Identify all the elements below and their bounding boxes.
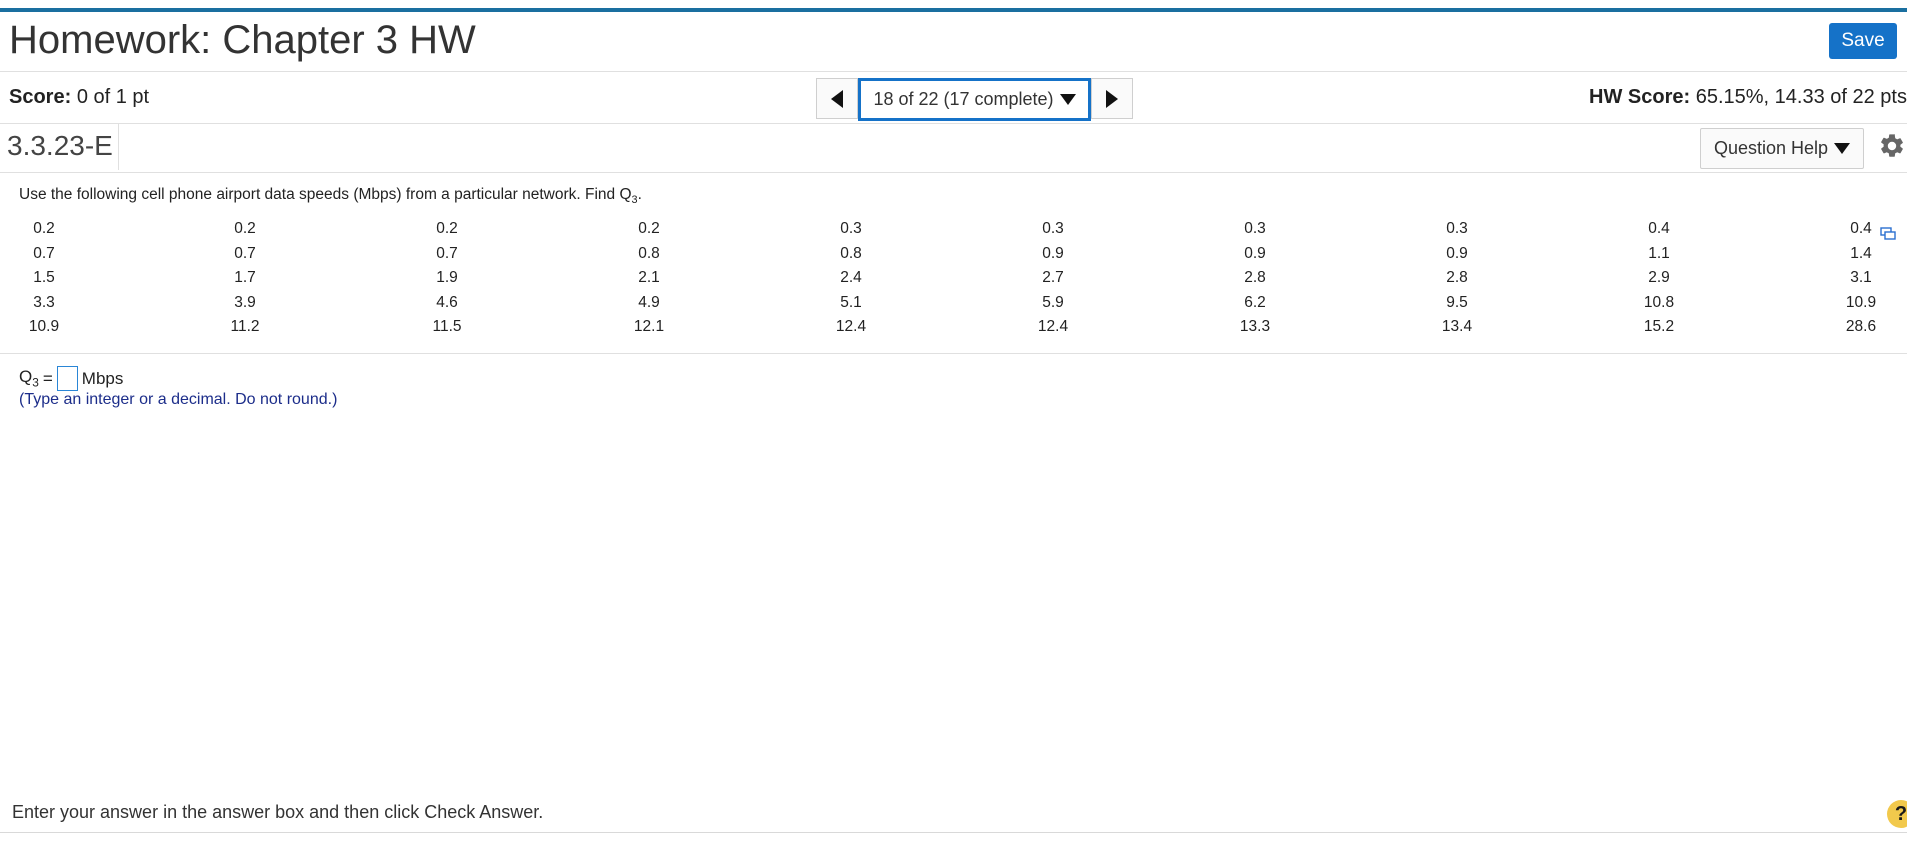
table-cell: 0.3	[1446, 220, 1468, 237]
answer-hint: (Type an integer or a decimal. Do not ro…	[19, 391, 338, 408]
caret-down-icon	[1834, 143, 1851, 154]
table-cell: 0.2	[234, 220, 256, 237]
table-cell: 0.4	[1648, 220, 1670, 237]
answer-unit: Mbps	[81, 368, 124, 388]
table-cell: 3.3	[33, 294, 55, 311]
table-cell: 0.2	[436, 220, 458, 237]
answer-variable: Q	[19, 367, 33, 387]
table-row: 0.2 0.2 0.2 0.2 0.3 0.3 0.3 0.3 0.4 0.4	[0, 220, 1907, 244]
table-cell: 0.8	[840, 245, 862, 262]
table-cell: 9.5	[1446, 294, 1468, 311]
divider	[0, 123, 1907, 124]
score-label: Score:	[9, 86, 72, 108]
divider	[118, 124, 119, 170]
table-row: 0.7 0.7 0.7 0.8 0.8 0.9 0.9 0.9 1.1 1.4	[0, 245, 1907, 269]
table-cell: 4.9	[638, 294, 660, 311]
table-cell: 0.9	[1446, 245, 1468, 262]
answer-label: Q3	[19, 367, 39, 389]
divider	[0, 172, 1907, 173]
caret-down-icon	[1059, 94, 1076, 105]
table-cell: 6.2	[1244, 294, 1266, 311]
hw-score-display: HW Score: 65.15%, 14.33 of 22 pts	[1589, 86, 1907, 109]
table-cell: 10.9	[28, 318, 60, 335]
table-cell: 2.1	[638, 269, 660, 286]
table-cell: 3.1	[1850, 269, 1872, 286]
question-text: Use the following cell phone airport dat…	[19, 186, 642, 206]
table-cell: 13.4	[1441, 318, 1473, 335]
table-cell: 0.7	[33, 245, 55, 262]
table-cell: 10.8	[1643, 294, 1675, 311]
table-cell: 10.9	[1845, 294, 1877, 311]
table-cell: 1.9	[436, 269, 458, 286]
table-cell: 2.9	[1648, 269, 1670, 286]
gear-icon[interactable]	[1878, 132, 1906, 160]
table-cell: 0.3	[1244, 220, 1266, 237]
table-cell: 1.1	[1648, 245, 1670, 262]
divider	[0, 353, 1907, 354]
table-cell: 0.8	[638, 245, 660, 262]
divider	[0, 832, 1907, 833]
answer-input[interactable]	[56, 366, 78, 391]
table-row: 3.3 3.9 4.6 4.9 5.1 5.9 6.2 9.5 10.8 10.…	[0, 294, 1907, 318]
table-cell: 12.4	[1037, 318, 1069, 335]
question-position: 18 of 22 (17 complete)	[873, 89, 1054, 109]
copy-data-icon[interactable]	[1880, 227, 1896, 241]
table-cell: 5.9	[1042, 294, 1064, 311]
table-cell: 28.6	[1845, 318, 1877, 335]
table-cell: 2.7	[1042, 269, 1064, 286]
score-value: 0 of 1 pt	[76, 86, 150, 108]
table-cell: 2.8	[1446, 269, 1468, 286]
page-title: Homework: Chapter 3 HW	[9, 18, 476, 62]
question-navigator: 18 of 22 (17 complete)	[816, 78, 1133, 121]
table-cell: 0.9	[1042, 245, 1064, 262]
question-select-dropdown[interactable]: 18 of 22 (17 complete)	[858, 78, 1091, 121]
table-cell: 0.9	[1244, 245, 1266, 262]
table-cell: 15.2	[1643, 318, 1675, 335]
table-cell: 13.3	[1239, 318, 1271, 335]
hw-score-label: HW Score:	[1589, 86, 1691, 108]
table-cell: 12.1	[633, 318, 665, 335]
answer-subscript: 3	[32, 375, 39, 390]
save-button[interactable]: Save	[1829, 23, 1897, 59]
help-icon[interactable]: ?	[1887, 800, 1907, 828]
next-question-button[interactable]	[1091, 78, 1133, 119]
table-cell: 0.2	[33, 220, 55, 237]
table-cell: 1.4	[1850, 245, 1872, 262]
table-cell: 0.2	[638, 220, 660, 237]
table-cell: 11.5	[432, 318, 462, 335]
arrow-right-icon	[1106, 89, 1118, 108]
table-cell: 0.7	[436, 245, 458, 262]
question-id: 3.3.23-E	[7, 130, 113, 161]
table-cell: 0.3	[1042, 220, 1064, 237]
arrow-left-icon	[831, 89, 843, 108]
hw-score-value: 65.15%, 14.33 of 22 pts	[1695, 86, 1907, 108]
divider	[0, 71, 1907, 72]
table-cell: 4.6	[436, 294, 458, 311]
table-cell: 1.5	[33, 269, 55, 286]
question-period: .	[637, 186, 642, 203]
footer-instruction: Enter your answer in the answer box and …	[12, 802, 544, 822]
equals-sign: =	[42, 368, 53, 388]
table-cell: 0.7	[234, 245, 256, 262]
question-prompt: Use the following cell phone airport dat…	[19, 186, 632, 203]
table-cell: 2.8	[1244, 269, 1266, 286]
question-help-label: Question Help	[1713, 138, 1829, 158]
table-cell: 5.1	[840, 294, 862, 311]
score-display: Score: 0 of 1 pt	[9, 86, 149, 109]
previous-question-button[interactable]	[816, 78, 858, 119]
table-row: 10.9 11.2 11.5 12.1 12.4 12.4 13.3 13.4 …	[0, 318, 1907, 342]
table-row: 1.5 1.7 1.9 2.1 2.4 2.7 2.8 2.8 2.9 3.1	[0, 269, 1907, 293]
question-help-button[interactable]: Question Help	[1700, 128, 1864, 169]
table-cell: 0.3	[840, 220, 862, 237]
table-cell: 2.4	[840, 269, 862, 286]
table-cell: 3.9	[234, 294, 256, 311]
answer-row: Q3 = Mbps	[19, 366, 123, 391]
table-cell: 12.4	[835, 318, 867, 335]
table-cell: 1.7	[234, 269, 256, 286]
top-accent-bar	[0, 8, 1907, 12]
table-cell: 11.2	[230, 318, 260, 335]
